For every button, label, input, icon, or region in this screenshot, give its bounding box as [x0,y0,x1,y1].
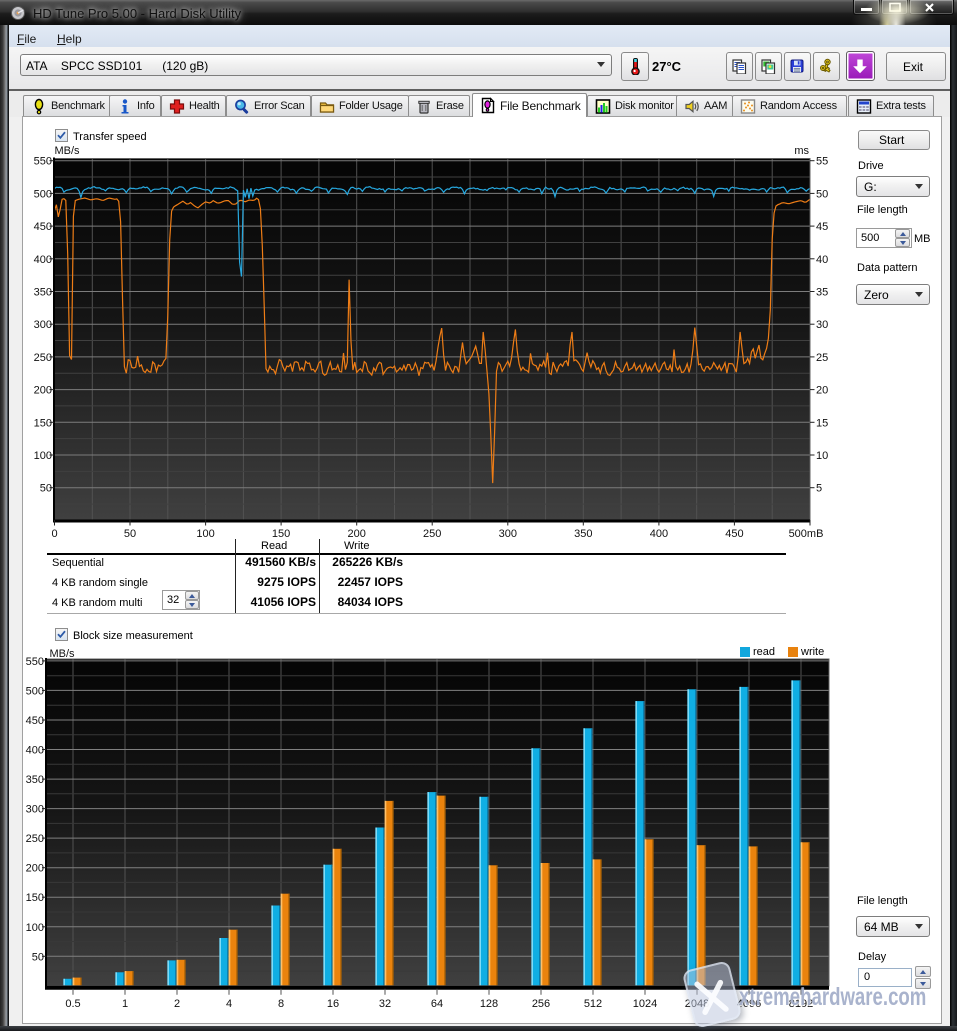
svg-text:500: 500 [26,685,44,697]
svg-text:150: 150 [26,892,44,904]
svg-text:128: 128 [480,998,498,1010]
svg-text:256: 256 [532,998,550,1010]
svg-text:50: 50 [124,528,136,540]
svg-text:5: 5 [816,483,822,495]
svg-text:1: 1 [122,998,128,1010]
svg-text:150: 150 [34,417,52,429]
svg-text:15: 15 [816,417,828,429]
svg-text:200: 200 [26,863,44,875]
svg-text:350: 350 [34,287,52,299]
svg-text:35: 35 [816,287,828,299]
svg-text:300: 300 [499,528,517,540]
svg-text:550: 550 [26,656,44,668]
svg-text:250: 250 [423,528,441,540]
svg-text:512: 512 [584,998,602,1010]
svg-text:45: 45 [816,221,828,233]
svg-text:100: 100 [196,528,214,540]
svg-text:400: 400 [26,745,44,757]
svg-text:64: 64 [431,998,443,1010]
svg-text:2: 2 [174,998,180,1010]
svg-text:ms: ms [794,145,809,157]
svg-text:400: 400 [650,528,668,540]
svg-text:550: 550 [34,156,52,168]
svg-text:1024: 1024 [633,998,657,1010]
svg-text:450: 450 [725,528,743,540]
svg-text:500: 500 [34,188,52,200]
svg-text:200: 200 [34,385,52,397]
svg-text:40: 40 [816,254,828,266]
svg-text:MB/s: MB/s [50,648,76,660]
svg-text:0: 0 [51,528,57,540]
svg-text:200: 200 [348,528,366,540]
svg-text:300: 300 [34,319,52,331]
svg-text:16: 16 [327,998,339,1010]
svg-text:400: 400 [34,254,52,266]
svg-text:450: 450 [34,221,52,233]
svg-text:250: 250 [34,352,52,364]
svg-text:10: 10 [816,450,828,462]
svg-text:0.5: 0.5 [65,998,80,1010]
svg-text:30: 30 [816,319,828,331]
svg-text:4: 4 [226,998,232,1010]
svg-text:100: 100 [34,450,52,462]
svg-text:50: 50 [32,951,44,963]
svg-text:50: 50 [816,188,828,200]
svg-text:100: 100 [26,922,44,934]
svg-text:55: 55 [816,156,828,168]
svg-text:300: 300 [26,804,44,816]
svg-text:150: 150 [272,528,290,540]
svg-text:350: 350 [574,528,592,540]
svg-text:MB/s: MB/s [55,145,81,157]
svg-text:8: 8 [278,998,284,1010]
svg-text:25: 25 [816,352,828,364]
svg-text:350: 350 [26,774,44,786]
svg-text:32: 32 [379,998,391,1010]
svg-text:500mB: 500mB [789,528,824,540]
svg-text:450: 450 [26,715,44,727]
svg-text:20: 20 [816,385,828,397]
svg-text:50: 50 [40,483,52,495]
svg-text:250: 250 [26,833,44,845]
